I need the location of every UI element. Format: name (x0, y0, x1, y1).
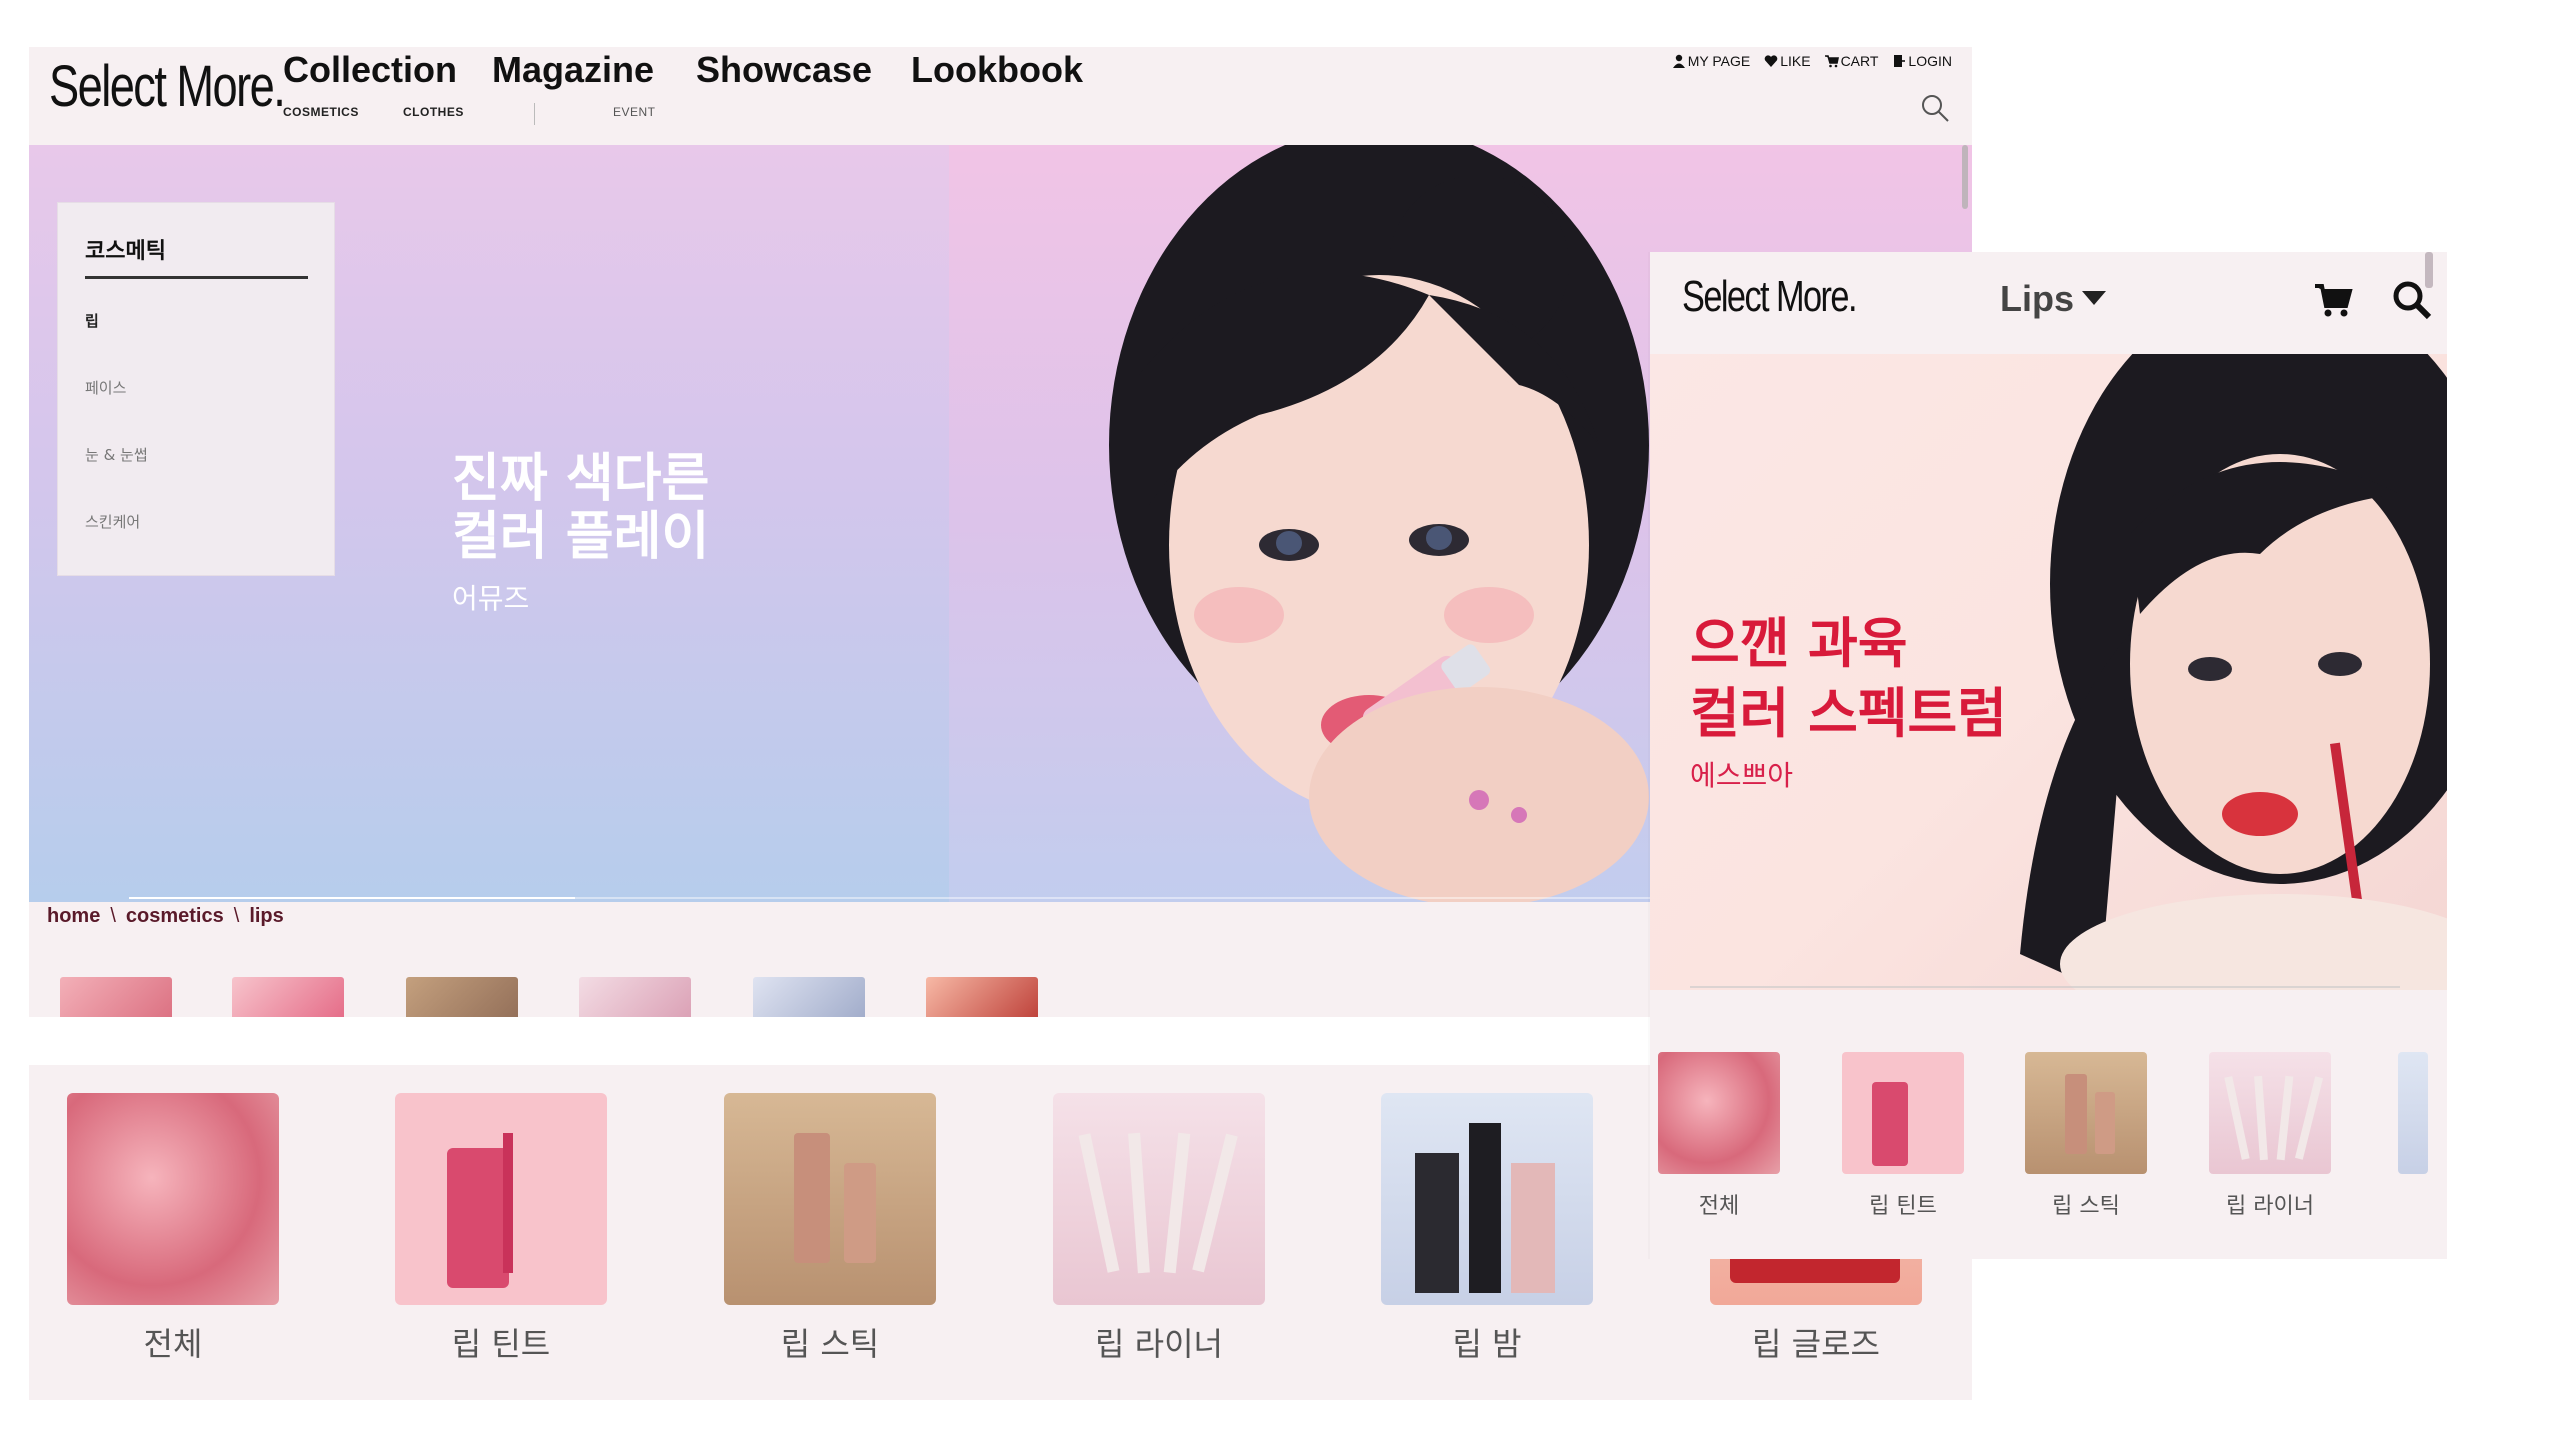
lips-dropdown[interactable]: Lips (2000, 278, 2107, 320)
category-lip-balm-label: 립 밤 (1452, 1325, 1522, 1363)
subnav-event[interactable]: EVENT (613, 105, 656, 119)
category-lip-liner-image (1053, 1093, 1265, 1305)
category-all-image (67, 1093, 279, 1305)
thumb-lip-tint[interactable] (232, 977, 344, 1019)
mypage-label: MY PAGE (1687, 53, 1751, 69)
mobile-hero-brand: 에스쁘아 (1690, 759, 1794, 792)
category-lip-stick-label: 립 스틱 (780, 1325, 880, 1363)
mobile-category-lip-stick-label: 립 스틱 (2052, 1194, 2120, 1219)
hero-slide-progress (129, 897, 1779, 899)
mobile-category-all-label: 전체 (1698, 1194, 1740, 1219)
side-menu-item-eye[interactable]: 눈 & 눈썹 (85, 444, 148, 465)
mobile-category-row: 전체 립 틴트 립 스틱 립 라이너 (1650, 1042, 2447, 1259)
site-logo[interactable]: Select More. (49, 53, 286, 120)
thumb-lip-liner[interactable] (579, 977, 691, 1019)
mobile-category-lip-liner[interactable]: 립 라이너 (2209, 1052, 2331, 1220)
utility-menu: MY PAGE LIKE CART LOGIN (1672, 53, 1952, 69)
mypage-link[interactable]: MY PAGE (1672, 53, 1751, 69)
user-icon (1672, 54, 1685, 68)
page-scrollbar[interactable] (1962, 145, 1968, 209)
side-menu-item-lip[interactable]: 립 (85, 310, 99, 331)
like-label: LIKE (1780, 53, 1811, 69)
category-lip-tint-label: 립 틴트 (451, 1325, 551, 1363)
login-label: LOGIN (1908, 53, 1952, 69)
cart-icon (1824, 55, 1839, 68)
nav-showcase[interactable]: Showcase (696, 49, 872, 91)
mobile-category-lip-stick[interactable]: 립 스틱 (2025, 1052, 2147, 1220)
mobile-view: Select More. Lips 으깬 과육 컬러 스펙트럼 에스쁘아 전체 … (1650, 252, 2447, 1259)
breadcrumb-lips[interactable]: lips (249, 905, 283, 928)
caret-down-icon (2082, 291, 2107, 305)
hero-title-line1: 진짜 색다른 (452, 449, 710, 509)
breadcrumb-separator: \ (233, 905, 240, 927)
nav-divider (534, 103, 535, 125)
nav-magazine[interactable]: Magazine (492, 49, 654, 91)
side-menu-title: 코스메틱 (85, 239, 166, 264)
breadcrumb-separator: \ (110, 905, 116, 927)
mobile-category-all[interactable]: 전체 (1658, 1052, 1780, 1220)
mobile-scrollbar[interactable] (2425, 252, 2433, 288)
mobile-category-lip-tint[interactable]: 립 틴트 (1842, 1052, 1964, 1220)
side-menu-item-skincare[interactable]: 스킨케어 (85, 511, 140, 532)
mobile-category-lip-tint-label: 립 틴트 (1869, 1194, 1937, 1219)
category-lip-stick-image (724, 1093, 936, 1305)
hero-brand: 어뮤즈 (452, 582, 530, 615)
lips-dropdown-label: Lips (2000, 278, 2075, 319)
login-link[interactable]: LOGIN (1892, 53, 1952, 69)
category-all-label: 전체 (143, 1325, 203, 1363)
mobile-category-next-image (2398, 1052, 2428, 1174)
thumb-lip-gloss[interactable] (926, 977, 1038, 1019)
cart-label: CART (1840, 53, 1879, 69)
mobile-category-lip-liner-image (2209, 1052, 2331, 1174)
side-menu-underline (85, 276, 308, 279)
breadcrumb-cosmetics[interactable]: cosmetics (126, 905, 224, 928)
like-link[interactable]: LIKE (1764, 53, 1811, 69)
category-lip-gloss-label: 립 글로즈 (1752, 1325, 1880, 1363)
mobile-category-lip-stick-image (2025, 1052, 2147, 1174)
cart-link[interactable]: CART (1824, 53, 1879, 69)
category-lip-liner[interactable]: 립 라이너 (1053, 1093, 1265, 1365)
category-side-menu: 코스메틱 립 페이스 눈 & 눈썹 스킨케어 (57, 202, 335, 576)
category-lip-liner-label: 립 라이너 (1095, 1325, 1223, 1363)
category-lip-balm-image (1381, 1093, 1593, 1305)
heart-icon (1764, 55, 1778, 67)
hero-slide-progress-fill (129, 897, 575, 899)
subnav-clothes[interactable]: CLOTHES (403, 105, 464, 119)
mobile-category-lip-liner-label: 립 라이너 (2226, 1194, 2314, 1219)
category-all[interactable]: 전체 (67, 1093, 279, 1365)
mobile-logo[interactable]: Select More. (1682, 272, 1857, 322)
category-lip-tint-image (395, 1093, 607, 1305)
mobile-hero-progress (1690, 986, 2400, 988)
mobile-hero-banner[interactable]: 으깬 과육 컬러 스펙트럼 에스쁘아 (1650, 354, 2447, 990)
mobile-hero-title-line2: 컬러 스펙트럼 (1690, 682, 2007, 745)
site-header: Select More. Collection Magazine Showcas… (29, 47, 1972, 145)
category-lip-balm[interactable]: 립 밤 (1381, 1093, 1593, 1365)
thumb-lip-balm[interactable] (753, 977, 865, 1019)
mobile-hero-model-image (2020, 354, 2447, 990)
cart-icon[interactable] (2313, 280, 2353, 320)
nav-collection[interactable]: Collection (283, 49, 457, 91)
mobile-header: Select More. Lips (1650, 252, 2447, 354)
hero-title-line2: 컬러 플레이 (452, 507, 710, 567)
category-lip-tint[interactable]: 립 틴트 (395, 1093, 607, 1365)
search-icon[interactable] (1920, 93, 1950, 123)
mobile-category-all-image (1658, 1052, 1780, 1174)
category-lip-stick[interactable]: 립 스틱 (724, 1093, 936, 1365)
nav-lookbook[interactable]: Lookbook (911, 49, 1083, 91)
hero-title: 진짜 색다른 컬러 플레이 (452, 450, 709, 566)
mobile-category-next-partial[interactable] (2398, 1052, 2428, 1174)
breadcrumb: home \ cosmetics \ lips (47, 905, 284, 928)
subnav-cosmetics[interactable]: COSMETICS (283, 105, 359, 119)
side-menu-item-face[interactable]: 페이스 (85, 377, 126, 398)
thumb-lip-stick[interactable] (406, 977, 518, 1019)
thumb-all[interactable] (60, 977, 172, 1019)
mobile-hero-title: 으깬 과육 컬러 스펙트럼 (1690, 609, 2007, 749)
login-icon (1894, 55, 1906, 67)
mobile-category-lip-tint-image (1842, 1052, 1964, 1174)
mobile-hero-title-line1: 으깬 과육 (1690, 612, 1908, 675)
breadcrumb-home[interactable]: home (47, 905, 100, 928)
